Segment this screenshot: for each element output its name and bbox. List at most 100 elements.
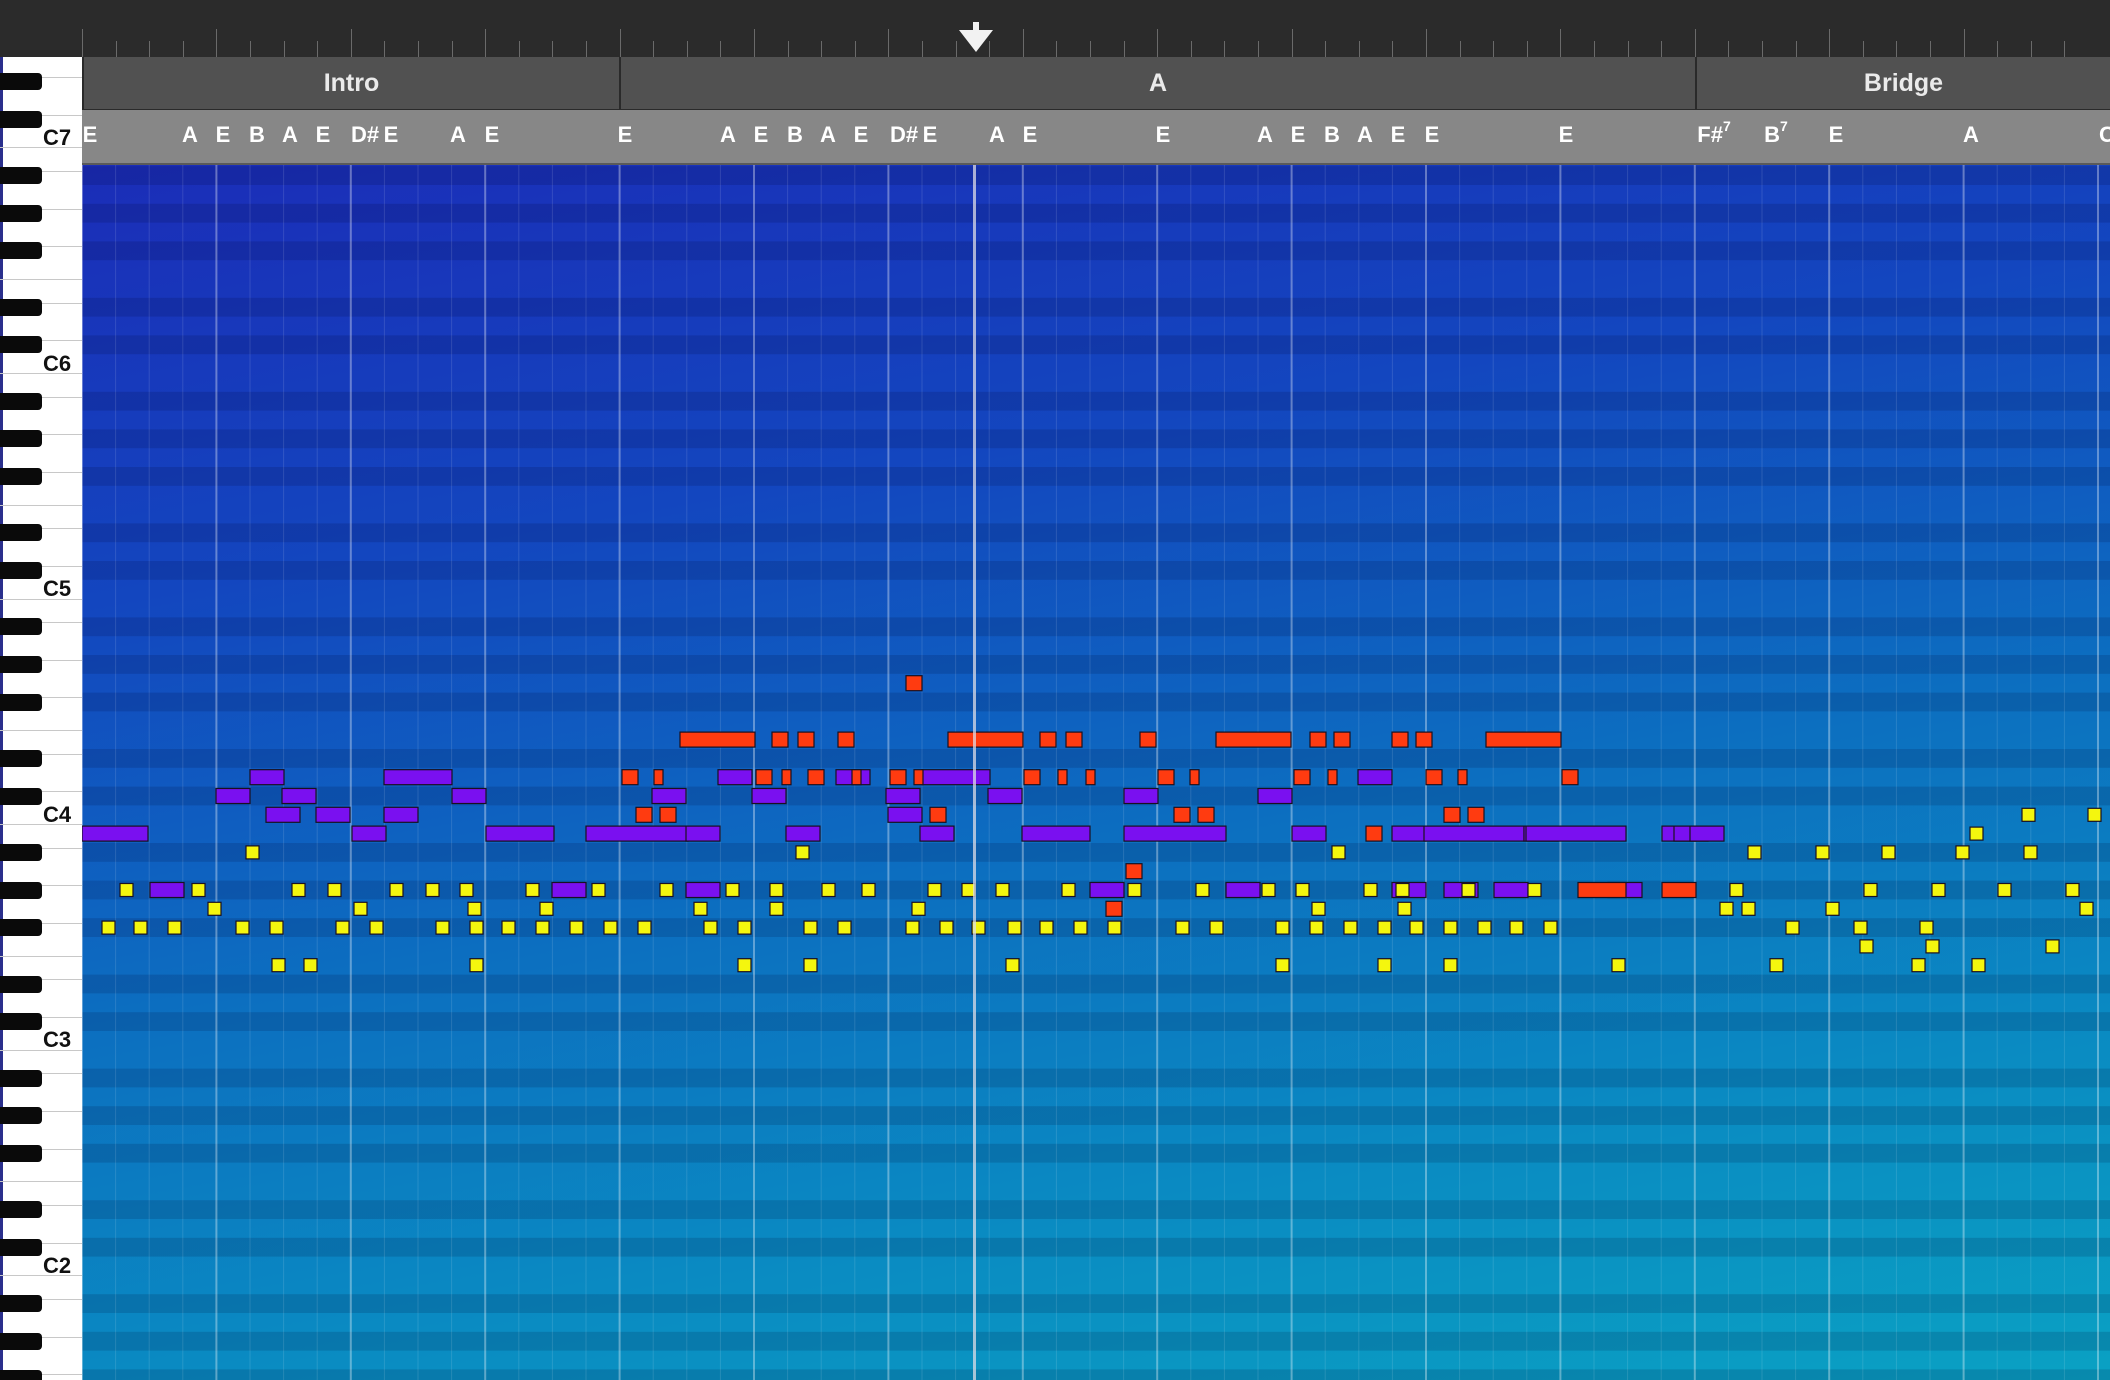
melody-note[interactable]: [771, 731, 789, 748]
harmony-note[interactable]: [249, 769, 285, 786]
black-key[interactable]: [0, 843, 42, 861]
bass-note[interactable]: [1881, 845, 1896, 860]
melody-note[interactable]: [1391, 731, 1409, 748]
bass-note[interactable]: [1997, 882, 2012, 898]
melody-note[interactable]: [1105, 900, 1123, 917]
section-intro[interactable]: Intro: [82, 57, 619, 109]
harmony-note[interactable]: [785, 825, 821, 842]
bass-note[interactable]: [369, 920, 384, 935]
bass-note[interactable]: [1747, 845, 1762, 860]
black-key[interactable]: [0, 1238, 42, 1256]
bass-note[interactable]: [327, 882, 342, 898]
black-key[interactable]: [0, 1144, 42, 1162]
chord-label[interactable]: C: [2099, 122, 2110, 148]
melody-note[interactable]: [1485, 731, 1562, 748]
melody-note[interactable]: [837, 731, 855, 748]
bass-note[interactable]: [235, 920, 250, 935]
bass-note[interactable]: [1853, 920, 1868, 935]
bass-note[interactable]: [469, 958, 484, 973]
bass-note[interactable]: [703, 920, 718, 935]
melody-note[interactable]: [1577, 881, 1627, 899]
black-key[interactable]: [0, 975, 42, 993]
harmony-note[interactable]: [919, 825, 955, 842]
bass-note[interactable]: [2065, 882, 2080, 898]
bass-note[interactable]: [1195, 882, 1210, 898]
bass-note[interactable]: [1175, 920, 1190, 935]
chord-label[interactable]: E: [923, 122, 938, 148]
bass-note[interactable]: [469, 920, 484, 935]
harmony-note[interactable]: [887, 806, 923, 823]
bass-note[interactable]: [1295, 882, 1310, 898]
bass-note[interactable]: [1309, 920, 1324, 935]
bass-note[interactable]: [659, 882, 674, 898]
harmony-note[interactable]: [717, 769, 753, 786]
bass-note[interactable]: [1275, 958, 1290, 973]
harmony-note[interactable]: [1123, 787, 1159, 805]
bass-note[interactable]: [291, 882, 306, 898]
bass-note[interactable]: [1925, 939, 1940, 954]
melody-note[interactable]: [1327, 769, 1338, 786]
melody-note[interactable]: [905, 675, 923, 692]
black-key[interactable]: [0, 561, 42, 579]
harmony-note[interactable]: [1225, 881, 1261, 899]
melody-note[interactable]: [1085, 769, 1096, 786]
melody-note[interactable]: [913, 769, 924, 786]
chord-label[interactable]: A: [1357, 122, 1373, 148]
harmony-note[interactable]: [685, 825, 721, 842]
bass-note[interactable]: [1343, 920, 1358, 935]
piano-roll-grid[interactable]: [82, 165, 2110, 1380]
black-key[interactable]: [0, 749, 42, 767]
harmony-note[interactable]: [485, 825, 555, 842]
black-key[interactable]: [0, 1069, 42, 1087]
melody-note[interactable]: [659, 806, 677, 823]
bass-note[interactable]: [803, 920, 818, 935]
bass-note[interactable]: [803, 958, 818, 973]
black-key[interactable]: [0, 1295, 42, 1313]
melody-note[interactable]: [1415, 731, 1433, 748]
bass-note[interactable]: [1611, 958, 1626, 973]
black-key[interactable]: [0, 204, 42, 222]
harmony-note[interactable]: [215, 787, 251, 805]
harmony-note[interactable]: [921, 769, 991, 786]
bass-note[interactable]: [1931, 882, 1946, 898]
chord-label[interactable]: A: [1963, 122, 1979, 148]
chord-label[interactable]: E: [754, 122, 769, 148]
chord-label[interactable]: E: [216, 122, 231, 148]
melody-note[interactable]: [1189, 769, 1200, 786]
chord-label[interactable]: E: [1156, 122, 1171, 148]
harmony-note[interactable]: [281, 787, 317, 805]
section-bridge[interactable]: Bridge: [1695, 57, 2110, 109]
bass-note[interactable]: [2079, 901, 2094, 916]
melody-note[interactable]: [1425, 769, 1443, 786]
black-key[interactable]: [0, 1201, 42, 1219]
melody-note[interactable]: [621, 769, 639, 786]
melody-note[interactable]: [1467, 806, 1485, 823]
bass-note[interactable]: [1311, 901, 1326, 916]
bass-note[interactable]: [1005, 958, 1020, 973]
bass-note[interactable]: [1859, 939, 1874, 954]
bass-note[interactable]: [1461, 882, 1476, 898]
bass-note[interactable]: [435, 920, 450, 935]
chord-label[interactable]: B7: [1764, 118, 1788, 148]
chord-label[interactable]: A: [820, 122, 836, 148]
bass-note[interactable]: [525, 882, 540, 898]
melody-note[interactable]: [889, 769, 907, 786]
bass-note[interactable]: [1815, 845, 1830, 860]
chord-label[interactable]: A: [989, 122, 1005, 148]
melody-note[interactable]: [781, 769, 792, 786]
bass-note[interactable]: [725, 882, 740, 898]
bass-note[interactable]: [795, 845, 810, 860]
bass-note[interactable]: [769, 901, 784, 916]
harmony-note[interactable]: [1689, 825, 1725, 842]
black-key[interactable]: [0, 467, 42, 485]
black-key[interactable]: [0, 787, 42, 805]
harmony-note[interactable]: [383, 769, 453, 786]
bass-note[interactable]: [1543, 920, 1558, 935]
melody-note[interactable]: [1333, 731, 1351, 748]
melody-note[interactable]: [797, 731, 815, 748]
bass-note[interactable]: [1825, 901, 1840, 916]
melody-note[interactable]: [1157, 769, 1175, 786]
melody-note[interactable]: [635, 806, 653, 823]
bass-note[interactable]: [821, 882, 836, 898]
bass-note[interactable]: [737, 920, 752, 935]
